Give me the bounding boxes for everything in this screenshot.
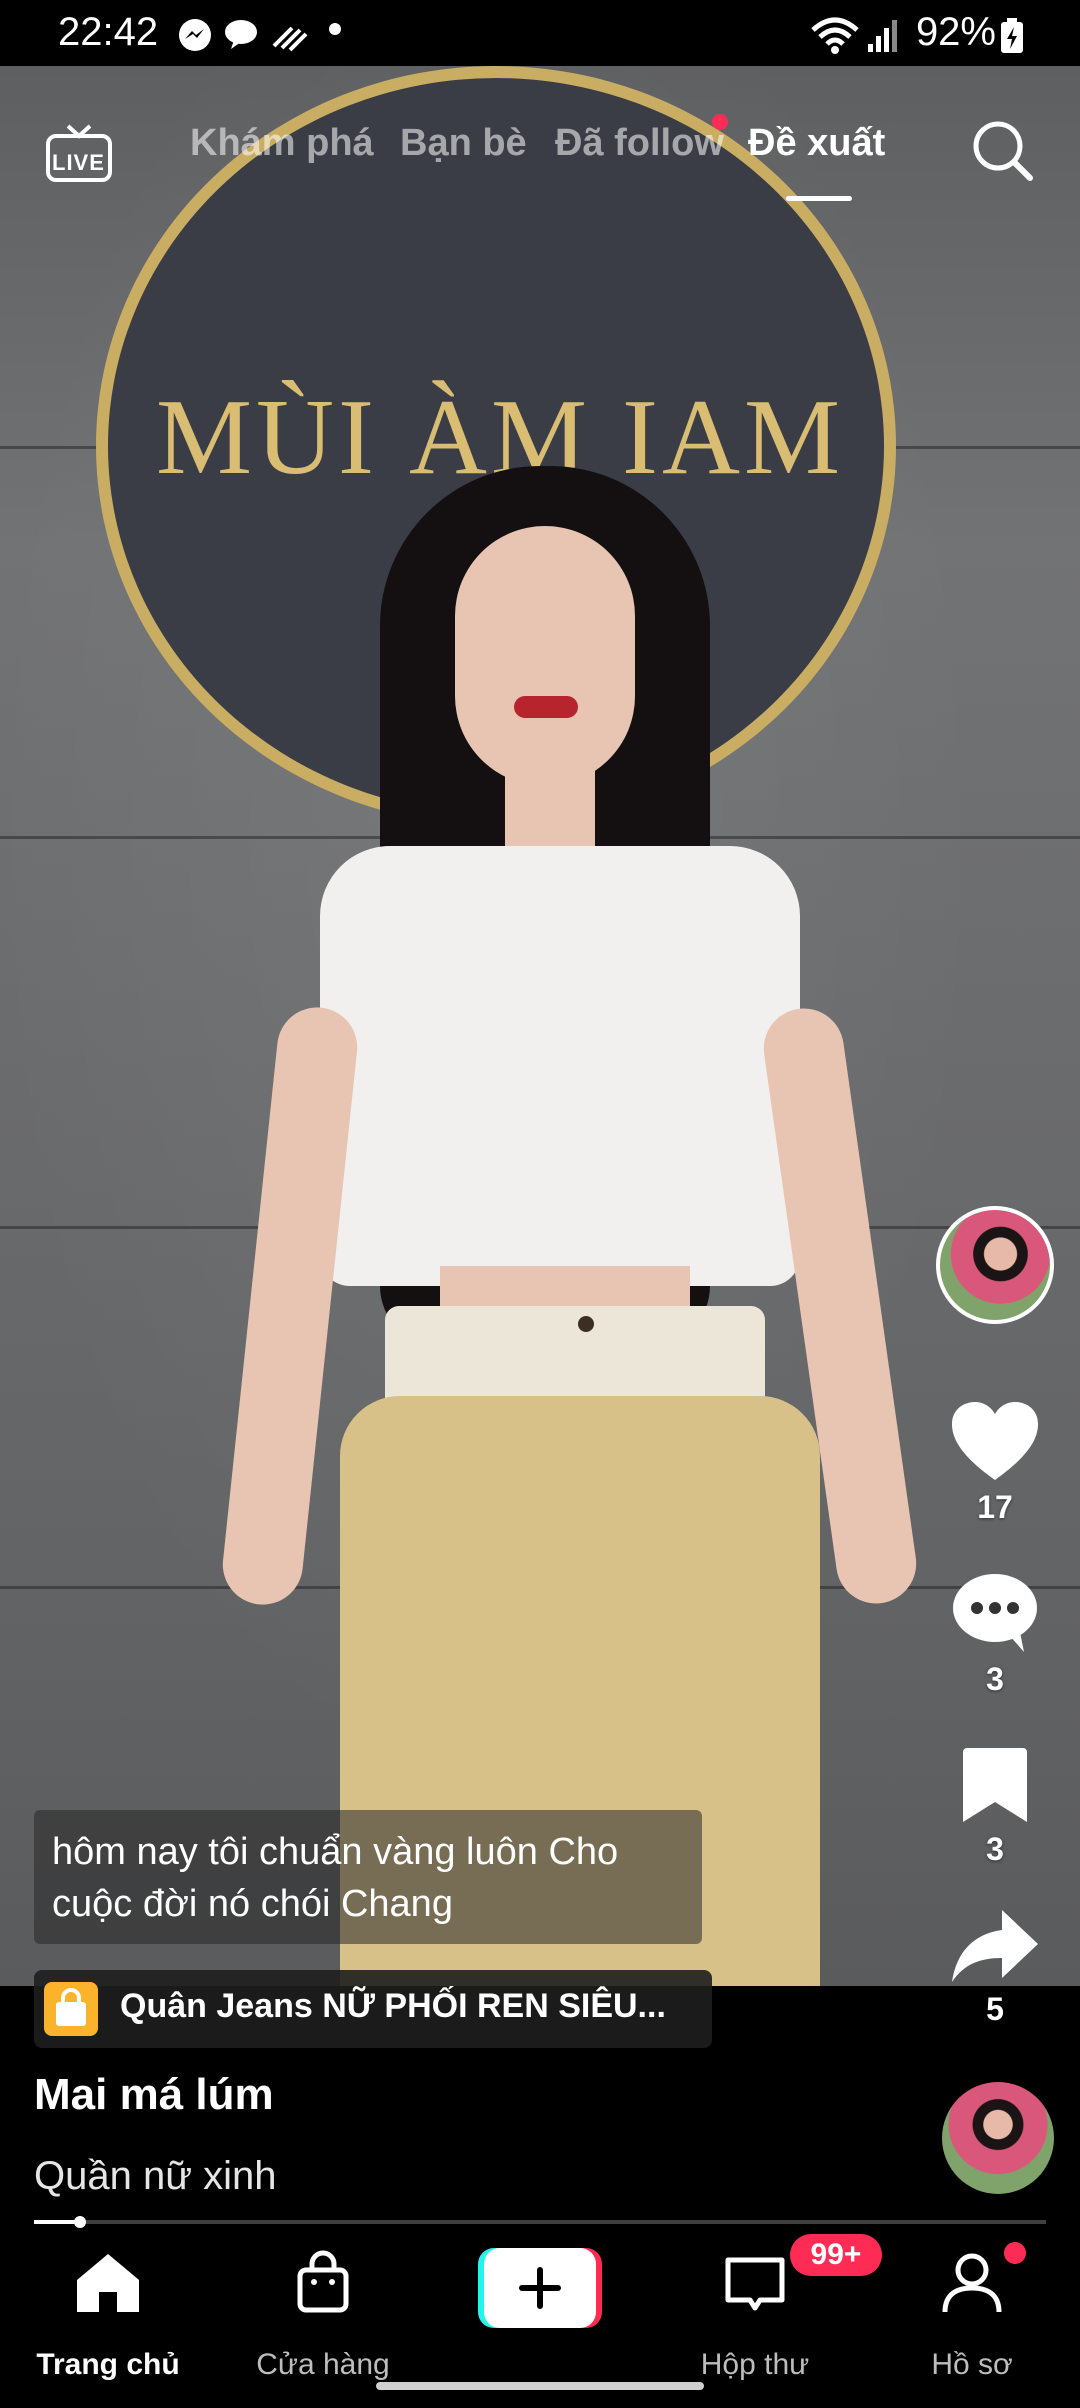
bottom-nav: Trang chủ Cửa hàng Hộp thư 99+ Hồ sơ [0,2228,1080,2408]
product-title: Quân Jeans NỮ PHỐI REN SIÊU... [120,1987,666,2025]
like-button[interactable]: 17 [940,1400,1050,1526]
comment-icon [953,1574,1037,1652]
nav-home-label: Trang chủ [36,2348,180,2381]
messenger-icon [176,16,214,59]
search-button[interactable] [968,116,1038,191]
home-icon [77,2254,139,2312]
creator-avatar-button[interactable] [936,1206,1054,1324]
like-count: 17 [977,1489,1013,1525]
nav-inbox-label: Hộp thư [700,2348,810,2381]
follow-notification-dot [712,114,728,130]
share-button[interactable]: 5 [940,1906,1050,2028]
save-count: 3 [986,1831,1004,1867]
nav-profile[interactable]: Hồ sơ [887,2248,1057,2381]
inbox-icon [725,2257,785,2311]
sound-disc-avatar[interactable] [942,2082,1054,2194]
live-button[interactable]: LIVE [44,116,114,191]
active-tab-indicator [786,196,852,201]
nav-shop[interactable]: Cửa hàng [238,2248,408,2381]
battery-level: 92% [915,10,996,54]
cell-signal-icon [866,16,900,59]
video-progress-bar[interactable] [34,2216,1046,2228]
plus-icon [519,2267,561,2309]
nav-profile-label: Hồ sơ [931,2348,1013,2381]
tab-kham-pha[interactable]: Khám phá [190,122,374,165]
comment-button[interactable]: 3 [940,1572,1050,1698]
video-player[interactable]: MÙI ÀM IAM [0,66,1080,1986]
product-link[interactable]: Quân Jeans NỮ PHỐI REN SIÊU... [34,1970,712,2048]
progress-knob[interactable] [73,2216,86,2228]
dot-icon [328,22,342,41]
tab-da-follow[interactable]: Đã follow [555,122,724,165]
create-button[interactable] [478,2248,602,2328]
share-arrow-icon [952,1910,1038,1982]
share-count: 5 [986,1991,1004,2027]
bookmark-icon [963,1748,1027,1822]
profile-notification-dot [1004,2242,1026,2264]
profile-icon [942,2253,1002,2313]
comment-count: 3 [986,1661,1004,1697]
home-indicator[interactable] [376,2382,704,2390]
caption-text: hôm nay tôi chuẩn vàng luôn Cho cuộc đời… [52,1831,619,1925]
shop-bag-icon [297,2250,349,2313]
avatar [936,1206,1054,1324]
status-time: 22:42 [58,10,159,54]
top-nav: LIVE Khám phá Bạn bè Đã follow Đề xuất [0,100,1080,220]
search-icon [973,121,1033,181]
live-label: LIVE [52,150,105,175]
chat-icon [222,16,260,59]
save-button[interactable]: 3 [940,1744,1050,1868]
nav-shop-label: Cửa hàng [256,2348,390,2381]
video-caption: hôm nay tôi chuẩn vàng luôn Cho cuộc đời… [34,1810,702,1944]
wifi-icon [810,16,860,61]
signal-lines-icon [270,16,310,59]
nav-home[interactable]: Trang chủ [23,2248,193,2381]
author-name[interactable]: Mai má lúm [34,2070,274,2120]
video-description: Quần nữ xinh [34,2154,277,2198]
shopping-bag-icon [44,1982,98,2036]
heart-icon [952,1402,1038,1480]
tab-ban-be[interactable]: Bạn bè [400,122,527,165]
battery-icon [1000,18,1024,59]
tab-de-xuat[interactable]: Đề xuất [748,122,885,165]
status-bar: 22:42 92% [0,0,1080,66]
progress-fill [34,2220,80,2224]
inbox-badge: 99+ [790,2234,882,2276]
